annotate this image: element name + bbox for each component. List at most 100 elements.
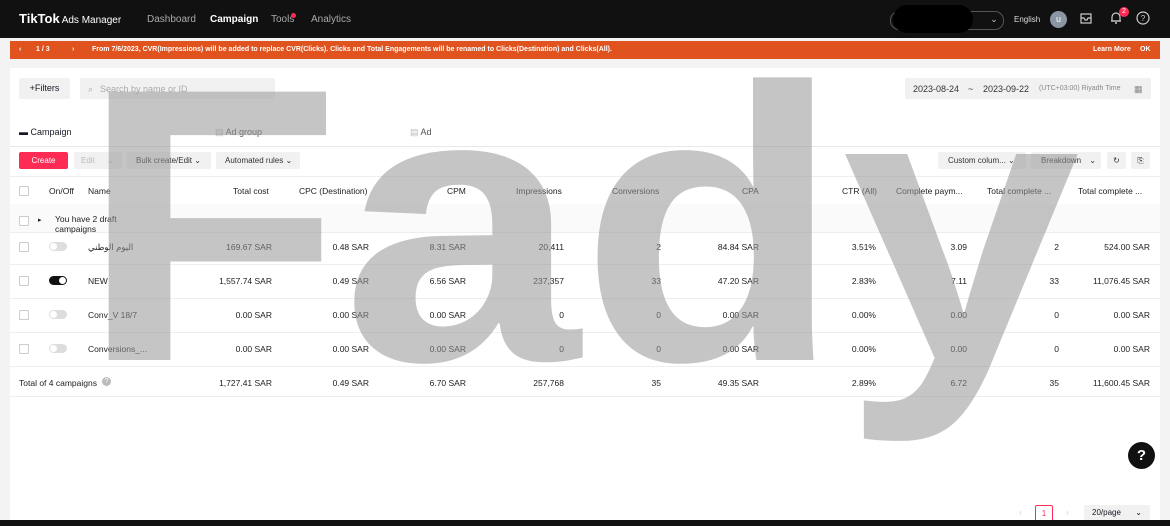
nav-campaign[interactable]: Campaign bbox=[210, 14, 258, 25]
chevron-down-icon: ⌄ bbox=[194, 156, 201, 165]
cell-total-cost: 1,557.74 SAR bbox=[219, 276, 272, 286]
level-tabs bbox=[10, 118, 1160, 147]
row-checkbox[interactable] bbox=[19, 242, 29, 252]
chevron-left-icon[interactable]: ‹ bbox=[19, 46, 21, 53]
status-toggle[interactable] bbox=[49, 276, 67, 285]
select-all-checkbox[interactable] bbox=[19, 186, 29, 196]
help-chat-button[interactable]: ? bbox=[1128, 442, 1155, 469]
nav-analytics[interactable]: Analytics bbox=[311, 14, 351, 25]
cell-ctr: 2.83% bbox=[851, 276, 876, 286]
timezone-label: (UTC+03:00) Riyadh Time bbox=[1039, 85, 1121, 92]
status-toggle[interactable] bbox=[49, 344, 67, 353]
cell-total-cost: 169.67 SAR bbox=[226, 242, 272, 252]
refresh-icon[interactable]: ↻ bbox=[1107, 152, 1126, 169]
col-conversions[interactable]: Conversions bbox=[612, 186, 659, 196]
col-ctr[interactable]: CTR (All) bbox=[842, 186, 877, 196]
language-switch[interactable]: English bbox=[1014, 15, 1040, 24]
caret-right-icon[interactable]: ▸ bbox=[38, 216, 42, 224]
edit-button[interactable]: Edit ⌄ bbox=[74, 152, 122, 169]
cell-cpm: 0.00 SAR bbox=[429, 344, 466, 354]
total-impressions: 257,768 bbox=[533, 378, 564, 388]
row-checkbox[interactable] bbox=[19, 344, 29, 354]
table-row bbox=[10, 230, 1160, 265]
cell-cpa: 47.20 SAR bbox=[717, 276, 759, 286]
cell-cpm: 6.56 SAR bbox=[429, 276, 466, 286]
col-total-complete-2[interactable]: Total complete ... bbox=[1078, 186, 1142, 196]
draft-checkbox[interactable] bbox=[19, 216, 29, 226]
tools-new-dot bbox=[291, 13, 296, 18]
brand-name: TikTok bbox=[19, 11, 60, 26]
inbox-icon[interactable] bbox=[1078, 11, 1094, 27]
col-name[interactable]: Name bbox=[88, 186, 111, 196]
banner-ok[interactable]: OK bbox=[1140, 46, 1151, 53]
avatar[interactable]: u bbox=[1050, 11, 1067, 28]
search-icon: ⌕ bbox=[88, 84, 94, 94]
cell-ctr: 0.00% bbox=[851, 344, 876, 354]
redacted-account-name bbox=[893, 5, 973, 33]
page-size-label: 20/page bbox=[1092, 508, 1121, 517]
create-button[interactable]: Create bbox=[19, 152, 68, 169]
bulk-edit-button[interactable]: Bulk create/Edit ⌄ bbox=[127, 152, 211, 169]
campaign-name[interactable]: Conversions_... bbox=[88, 344, 147, 354]
chevron-right-icon[interactable]: › bbox=[72, 46, 74, 53]
cell-impressions: 237,357 bbox=[533, 276, 564, 286]
banner-learn-more[interactable]: Learn More bbox=[1093, 46, 1131, 53]
tab-ad-group-label: Ad group bbox=[225, 127, 263, 137]
cell-impressions: 0 bbox=[559, 310, 564, 320]
breakdown-button[interactable]: Breakdown ⌄ bbox=[1031, 152, 1101, 169]
tiktok-ads-logo[interactable]: TikTok Ads Manager bbox=[19, 11, 121, 26]
search-placeholder: Search by name or ID bbox=[100, 84, 188, 94]
campaign-name[interactable]: Conv_V 18/7 bbox=[88, 310, 137, 320]
col-complete-payment[interactable]: Complete paym... bbox=[896, 186, 963, 196]
info-icon[interactable]: ? bbox=[102, 377, 111, 386]
tab-campaign[interactable]: ▬ Campaign bbox=[19, 127, 72, 137]
tab-ad[interactable]: ▤ Ad bbox=[410, 127, 432, 138]
col-cpm[interactable]: CPM bbox=[447, 186, 466, 196]
nav-dashboard[interactable]: Dashboard bbox=[147, 14, 196, 25]
total-cost: 1,727.41 SAR bbox=[219, 378, 272, 388]
cell-total-complete-2: 524.00 SAR bbox=[1104, 242, 1150, 252]
total-complete-payment: 6.72 bbox=[950, 378, 967, 388]
cell-conversions: 0 bbox=[656, 310, 661, 320]
custom-columns-button[interactable]: Custom colum... ⌄ bbox=[938, 152, 1026, 169]
tab-ad-label: Ad bbox=[420, 127, 432, 137]
table-row bbox=[10, 264, 1160, 299]
search-input[interactable]: ⌕ Search by name or ID bbox=[80, 78, 275, 99]
export-icon[interactable]: ⎘ bbox=[1131, 152, 1150, 169]
toggle-knob bbox=[50, 311, 57, 318]
total-cpm: 6.70 SAR bbox=[429, 378, 466, 388]
chevron-down-icon: ⌄ bbox=[1008, 156, 1015, 165]
filters-button[interactable]: +Filters bbox=[19, 78, 70, 99]
taskbar bbox=[0, 520, 1170, 526]
status-toggle[interactable] bbox=[49, 310, 67, 319]
status-toggle[interactable] bbox=[49, 242, 67, 251]
table-row bbox=[10, 332, 1160, 367]
page-size-select[interactable]: 20/page ⌄ bbox=[1084, 505, 1150, 520]
cell-cpm: 0.00 SAR bbox=[429, 310, 466, 320]
chevron-down-icon: ⌄ bbox=[285, 156, 293, 165]
tab-ad-group[interactable]: ▤ Ad group bbox=[215, 127, 262, 138]
col-total-complete-1[interactable]: Total complete ... bbox=[987, 186, 1051, 196]
banner-message: From 7/6/2023, CVR(Impressions) will be … bbox=[92, 46, 612, 53]
row-checkbox[interactable] bbox=[19, 276, 29, 286]
date-range-picker[interactable]: 2023-08-24 ~ 2023-09-22 (UTC+03:00) Riya… bbox=[905, 78, 1151, 99]
next-page-button[interactable]: › bbox=[1060, 505, 1075, 520]
cell-complete-payment: 7.11 bbox=[951, 276, 967, 286]
prev-page-button[interactable]: ‹ bbox=[1013, 505, 1028, 520]
campaign-name[interactable]: NEW bbox=[88, 276, 108, 286]
breakdown-label: Breakdown bbox=[1041, 156, 1082, 165]
cell-total-cost: 0.00 SAR bbox=[235, 344, 272, 354]
help-icon[interactable]: ? bbox=[1135, 11, 1151, 27]
folder-icon: ▬ bbox=[19, 127, 28, 137]
campaign-name[interactable]: اليوم الوطني bbox=[88, 242, 133, 253]
row-checkbox[interactable] bbox=[19, 310, 29, 320]
automated-rules-button[interactable]: Automated rules ⌄ bbox=[216, 152, 300, 169]
col-cpc[interactable]: CPC (Destination) bbox=[299, 186, 368, 196]
col-impressions[interactable]: Impressions bbox=[516, 186, 562, 196]
col-cpa[interactable]: CPA bbox=[742, 186, 759, 196]
chevron-down-icon: ⌄ bbox=[107, 156, 114, 165]
cell-cpa: 0.00 SAR bbox=[722, 310, 759, 320]
col-total-cost[interactable]: Total cost bbox=[233, 186, 269, 196]
announcement-banner: ‹ 1 / 3 › From 7/6/2023, CVR(Impressions… bbox=[10, 41, 1160, 59]
cell-total-cost: 0.00 SAR bbox=[235, 310, 272, 320]
